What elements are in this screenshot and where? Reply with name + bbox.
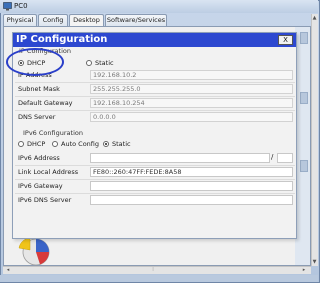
scroll-down-arrow-icon[interactable]: ▼ [311,258,318,266]
desktop-app-icon[interactable] [300,32,308,44]
window-title: PC0 [14,2,28,10]
ipv6-dhcp-radio[interactable] [18,141,24,147]
tab-physical[interactable]: Physical [3,14,37,26]
subnet-mask-field[interactable]: 255.255.255.0 [90,84,293,94]
pc-icon [3,2,12,11]
row-divider [15,96,295,97]
row-divider [15,179,295,180]
row-divider [15,82,295,83]
link-local-address-field[interactable]: FE80::260:47FF:FEDE:8A58 [90,167,293,177]
dns-server-label: DNS Server [18,113,56,121]
scroll-left-arrow-icon[interactable]: ◂ [4,266,12,274]
ipv6-address-field[interactable] [90,153,270,163]
window-title-bar[interactable]: PC0 [0,0,318,13]
scroll-right-arrow-icon[interactable]: ▸ [300,266,308,274]
vertical-scrollbar[interactable] [311,14,318,266]
ipv6-section-label: IPv6 Configuration [23,129,83,137]
ipv6-dhcp-radio-label[interactable]: DHCP [27,140,45,148]
default-gateway-field[interactable]: 192.168.10.254 [90,98,293,108]
close-button[interactable]: X [278,35,293,45]
ipv6-prefix-separator: / [271,153,274,161]
desktop-app-icon[interactable] [300,92,308,104]
ip-address-field[interactable]: 192.168.10.2 [90,70,293,80]
annotation-circle [6,48,64,76]
ipv6-prefix-length-field[interactable] [277,153,293,163]
tab-config[interactable]: Config [38,14,68,26]
ipv6-dns-server-field[interactable] [90,195,293,205]
desktop-right-panel [295,27,310,265]
ipv6-auto-config-radio-label[interactable]: Auto Config [61,140,99,148]
dialog-title: IP Configuration [16,34,108,45]
scroll-up-arrow-icon[interactable]: ▲ [311,14,318,22]
scrollbar-grip-icon[interactable]: ⦙ [148,266,158,274]
static-radio-label[interactable]: Static [95,59,114,67]
ipv6-dns-server-label: IPv6 DNS Server [18,196,72,204]
ipv6-static-radio-label[interactable]: Static [112,140,131,148]
desktop-app-icon[interactable] [300,160,308,172]
row-divider [15,110,295,111]
row-divider [15,165,295,166]
window-bottom-strip [0,275,318,282]
tab-software-services[interactable]: Software/Services [105,14,167,26]
tab-bar: Physical Config Desktop Software/Service… [3,14,315,27]
row-divider [15,193,295,194]
ipv6-address-label: IPv6 Address [18,154,60,162]
dns-server-field[interactable]: 0.0.0.0 [90,112,293,122]
default-gateway-label: Default Gateway [18,99,73,107]
link-local-address-label: Link Local Address [18,168,79,176]
ipv6-static-radio[interactable] [103,141,109,147]
subnet-mask-label: Subnet Mask [18,85,60,93]
ipv6-gateway-label: IPv6 Gateway [18,182,63,190]
ipv6-auto-config-radio[interactable] [52,141,58,147]
static-radio[interactable] [86,60,92,66]
dialog-header[interactable]: IP Configuration X [13,33,296,47]
ipv6-gateway-field[interactable] [90,181,293,191]
